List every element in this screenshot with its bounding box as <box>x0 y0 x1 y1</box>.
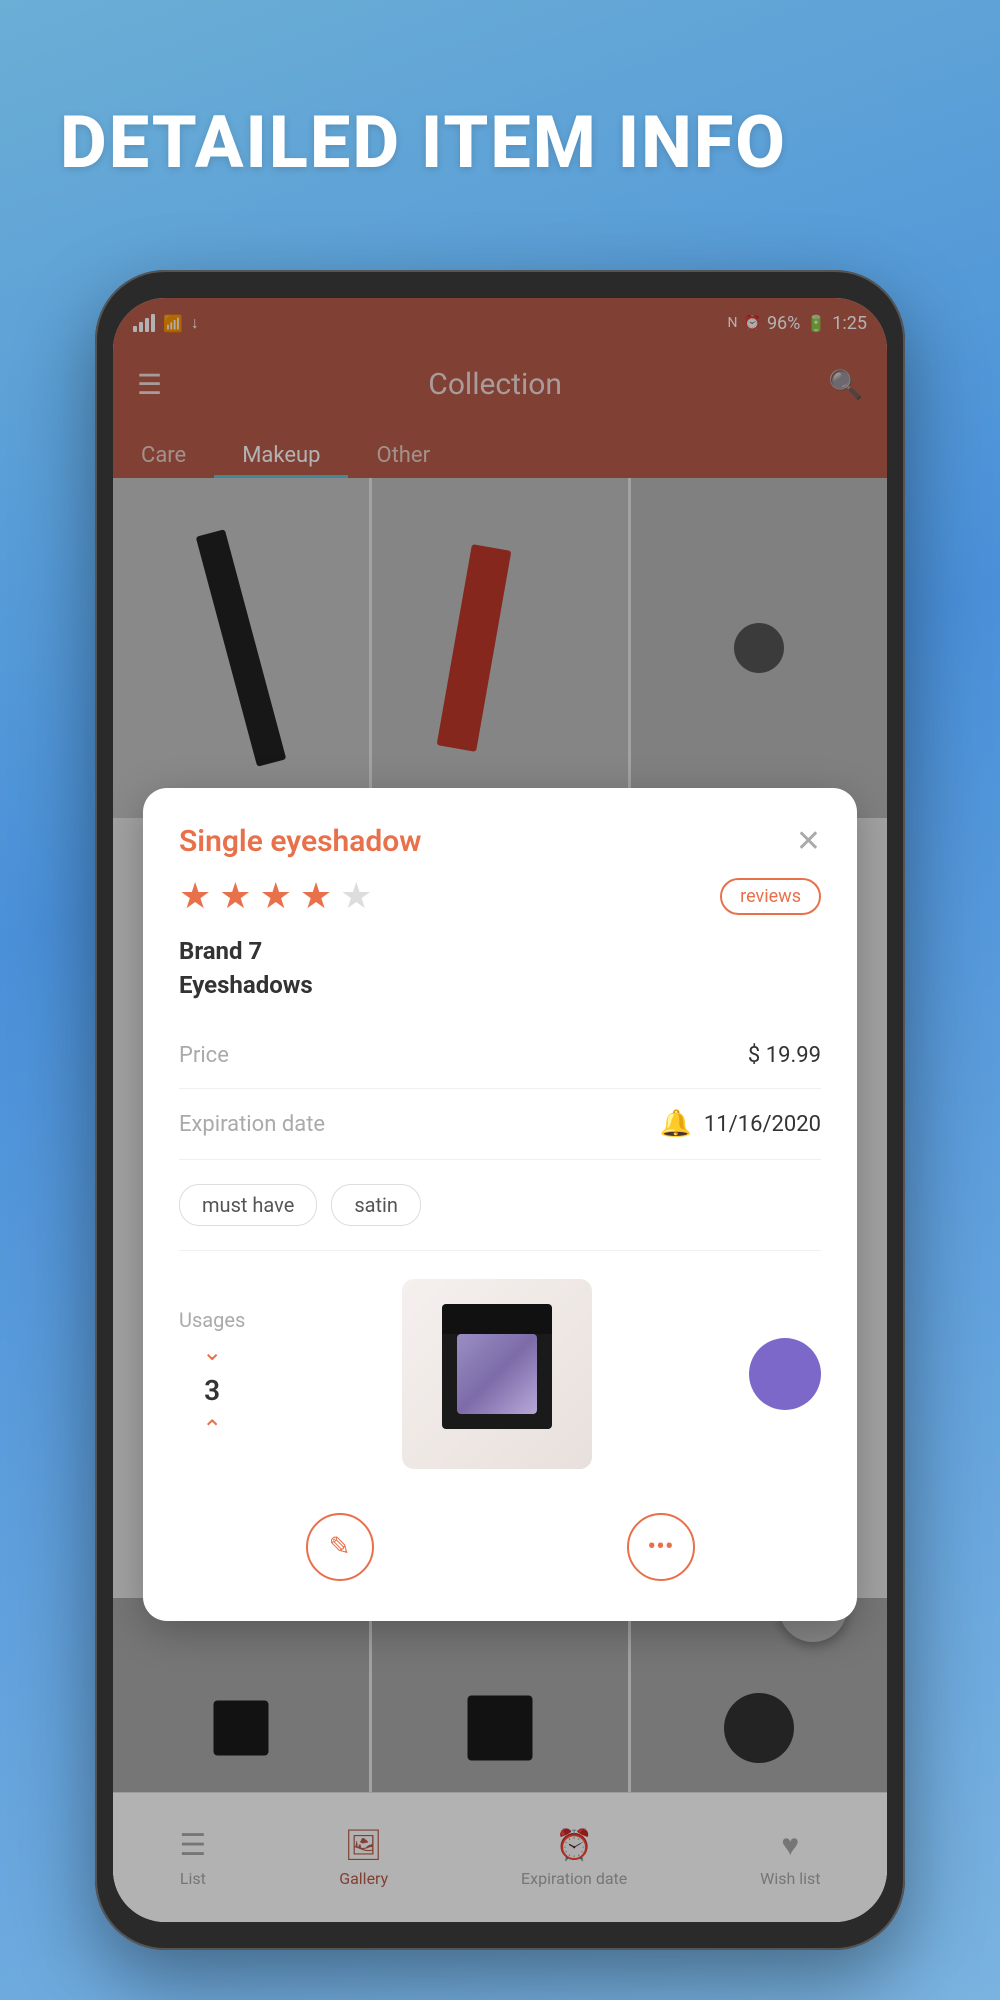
price-label: Price <box>179 1043 229 1068</box>
star-5: ★ <box>340 875 372 917</box>
tag-must-have[interactable]: must have <box>179 1184 317 1226</box>
expiration-row: Expiration date 🔔 11/16/2020 <box>179 1089 821 1160</box>
item-detail-modal: Single eyeshadow ✕ ★ ★ ★ ★ ★ reviews Bra… <box>143 788 857 1621</box>
star-3: ★ <box>260 875 292 917</box>
item-brand: Brand 7 <box>179 937 821 965</box>
expiration-date: 11/16/2020 <box>704 1112 821 1137</box>
price-value: $ 19.99 <box>748 1043 821 1068</box>
phone-screen: 📶 ↓ N ⏰ 96% 🔋 1:25 ☰ Collection 🔍 Care M… <box>113 298 887 1922</box>
star-4: ★ <box>300 875 332 917</box>
usages-control: Usages ⌄ 3 ⌃ <box>179 1308 245 1441</box>
modal-header: Single eyeshadow ✕ <box>179 824 821 859</box>
usages-count: 3 <box>204 1374 220 1407</box>
modal-actions: ✎ ••• <box>179 1489 821 1581</box>
eyeshadow-pan <box>457 1334 537 1414</box>
expiration-label: Expiration date <box>179 1112 325 1137</box>
usages-up-arrow[interactable]: ⌃ <box>202 1417 222 1441</box>
tags-row: must have satin <box>179 1160 821 1251</box>
phone-frame: 📶 ↓ N ⏰ 96% 🔋 1:25 ☰ Collection 🔍 Care M… <box>95 270 905 1950</box>
edit-button[interactable]: ✎ <box>306 1513 374 1581</box>
star-1: ★ <box>179 875 211 917</box>
page-title: DETAILED ITEM INFO <box>60 100 787 185</box>
product-image-box <box>442 1319 552 1429</box>
image-section: Usages ⌄ 3 ⌃ <box>179 1251 821 1489</box>
modal-title: Single eyeshadow <box>179 824 421 859</box>
price-row: Price $ 19.99 <box>179 1023 821 1089</box>
more-icon: ••• <box>647 1532 673 1562</box>
item-category: Eyeshadows <box>179 971 821 999</box>
usages-down-arrow[interactable]: ⌄ <box>202 1340 222 1364</box>
usages-label: Usages <box>179 1308 245 1332</box>
close-button[interactable]: ✕ <box>796 824 821 859</box>
product-lid <box>442 1304 552 1334</box>
reviews-button[interactable]: reviews <box>720 878 821 915</box>
expiration-value: 🔔 11/16/2020 <box>660 1109 821 1139</box>
rating-stars: ★ ★ ★ ★ ★ <box>179 875 372 917</box>
edit-icon: ✎ <box>329 1532 351 1562</box>
color-swatch <box>749 1338 821 1410</box>
star-2: ★ <box>219 875 251 917</box>
usages-arrows: ⌄ 3 ⌃ <box>202 1340 222 1441</box>
bell-icon[interactable]: 🔔 <box>660 1109 692 1139</box>
stars-row: ★ ★ ★ ★ ★ reviews <box>179 875 821 917</box>
more-options-button[interactable]: ••• <box>627 1513 695 1581</box>
tag-satin[interactable]: satin <box>331 1184 421 1226</box>
product-image <box>402 1279 592 1469</box>
